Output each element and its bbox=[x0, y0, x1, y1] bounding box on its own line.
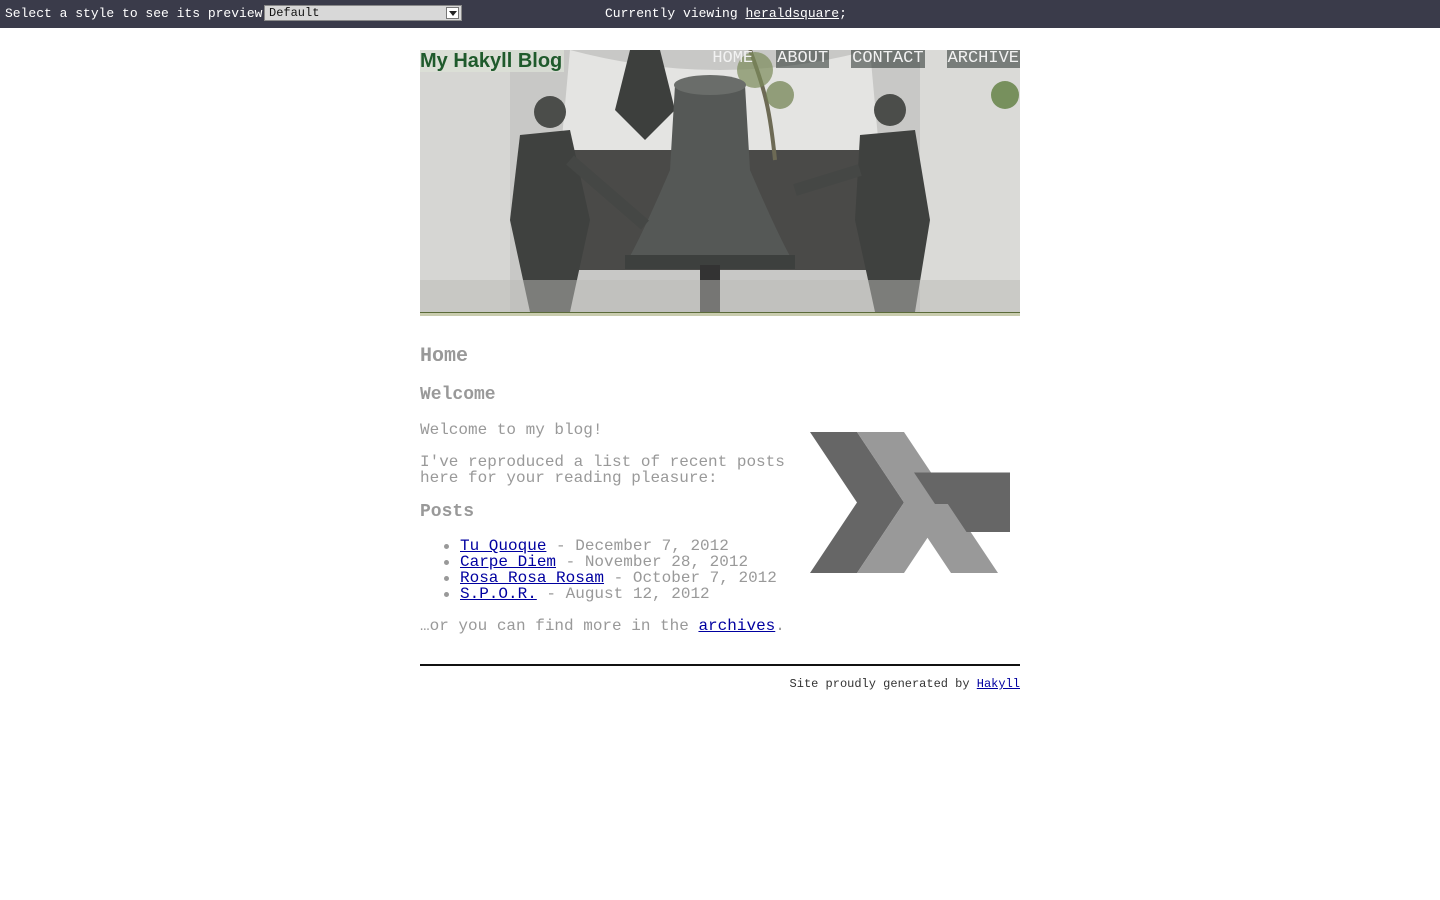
archives-link[interactable]: archives bbox=[698, 617, 775, 635]
header-banner: My Hakyll Blog HOME ABOUT CONTACT ARCHIV… bbox=[420, 50, 1020, 312]
footer-divider bbox=[420, 664, 1020, 666]
chevron-down-icon[interactable] bbox=[446, 7, 459, 19]
welcome-text: Welcome to my blog! bbox=[420, 421, 603, 439]
bell-ringers-statue-image bbox=[420, 50, 1020, 312]
intro-text: I've reproduced a list of recent posts h… bbox=[420, 453, 785, 487]
post-link[interactable]: S.P.O.R. bbox=[460, 585, 537, 603]
footer-text: Site proudly generated by bbox=[789, 677, 977, 691]
haskell-logo-icon bbox=[810, 432, 1010, 573]
nav-about[interactable]: ABOUT bbox=[776, 50, 830, 68]
bullet-icon bbox=[444, 576, 449, 581]
archives-prefix: …or you can find more in the bbox=[420, 617, 699, 635]
style-select-label: Select a style to see its preview: bbox=[5, 6, 271, 21]
welcome-heading: Welcome bbox=[420, 385, 496, 405]
archives-suffix: . bbox=[775, 617, 785, 635]
viewing-prefix: Currently viewing bbox=[605, 6, 746, 21]
list-item: Rosa Rosa Rosam - October 7, 2012 bbox=[420, 570, 777, 586]
posts-list: Tu Quoque - December 7, 2012 Carpe Diem … bbox=[420, 538, 777, 602]
nav-archive[interactable]: ARCHIVE bbox=[946, 50, 1020, 68]
nav-home[interactable]: HOME bbox=[711, 50, 754, 68]
viewing-suffix: ; bbox=[839, 6, 847, 21]
bullet-icon bbox=[444, 592, 449, 597]
page-title: Home bbox=[420, 345, 469, 368]
currently-viewing: Currently viewing heraldsquare; bbox=[605, 6, 847, 21]
site-footer: Site proudly generated by Hakyll bbox=[420, 677, 1020, 691]
bullet-icon bbox=[444, 560, 449, 565]
nav-contact[interactable]: CONTACT bbox=[851, 50, 925, 68]
blog-title[interactable]: My Hakyll Blog bbox=[420, 50, 565, 72]
post-date: August 12, 2012 bbox=[565, 585, 710, 603]
list-item: S.P.O.R. - August 12, 2012 bbox=[420, 586, 777, 602]
style-select-value: Default bbox=[269, 6, 320, 20]
header-divider bbox=[420, 312, 1020, 316]
hakyll-link[interactable]: Hakyll bbox=[977, 677, 1020, 691]
current-style-link[interactable]: heraldsquare bbox=[745, 6, 839, 21]
bullet-icon bbox=[444, 544, 449, 549]
archives-note: …or you can find more in the archives. bbox=[420, 618, 820, 634]
main-nav: HOME ABOUT CONTACT ARCHIVE bbox=[711, 50, 1020, 68]
style-select-dropdown[interactable]: Default bbox=[264, 5, 462, 21]
style-preview-bar: Select a style to see its preview: Defau… bbox=[0, 0, 1440, 28]
list-item: Tu Quoque - December 7, 2012 bbox=[420, 538, 777, 554]
posts-heading: Posts bbox=[420, 502, 475, 522]
list-item: Carpe Diem - November 28, 2012 bbox=[420, 554, 777, 570]
